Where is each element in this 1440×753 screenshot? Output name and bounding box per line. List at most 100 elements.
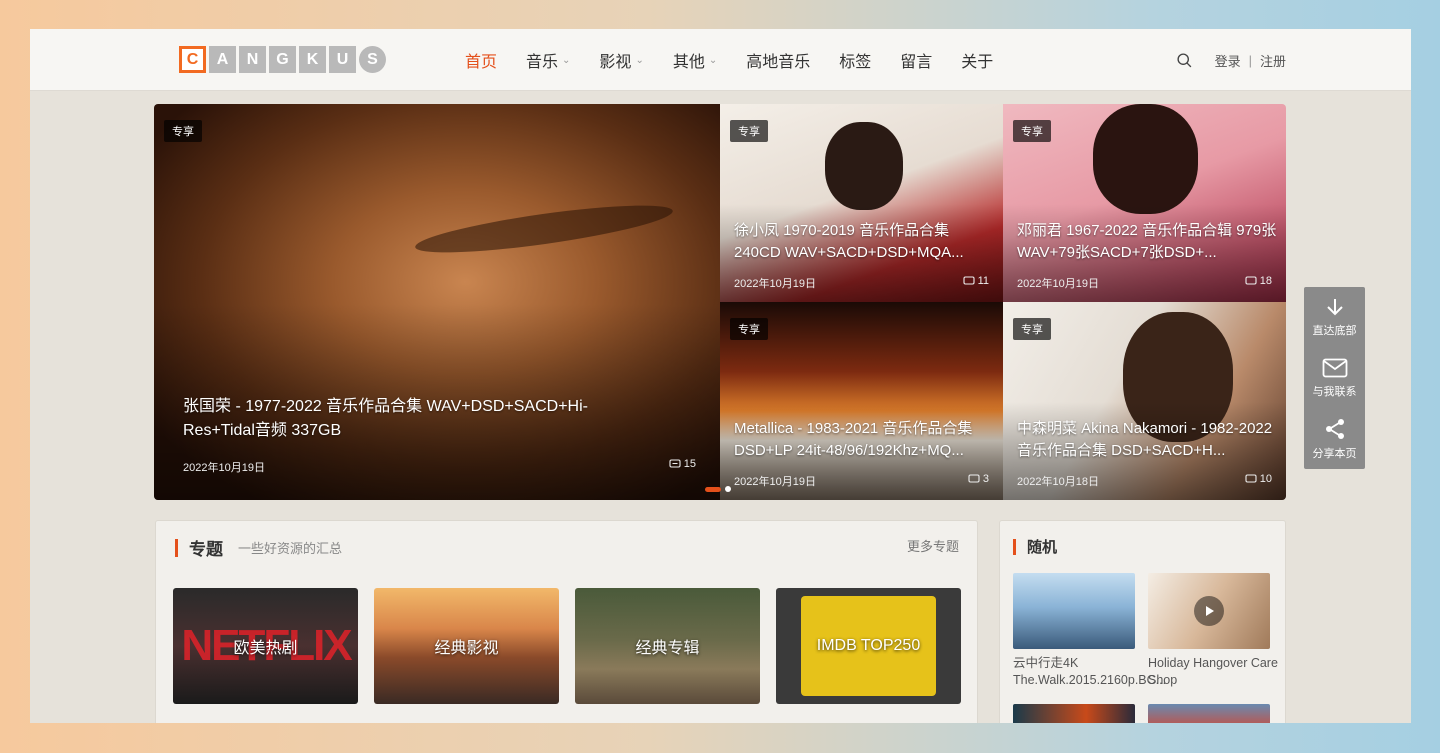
featured-card[interactable]: 专享 中森明菜 Akina Nakamori - 1982-2022 音乐作品合… [1003, 302, 1286, 500]
topic-label: 经典专辑 [635, 640, 700, 657]
floating-toolbar: 直达底部 与我联系 分享本页 [1304, 287, 1365, 469]
logo-letter: S [359, 46, 386, 73]
chevron-down-icon: ⌄ [635, 54, 644, 66]
comment-count-value: 11 [977, 275, 989, 287]
logo-letter: K [299, 46, 326, 73]
comment-count-value: 18 [1259, 275, 1272, 287]
nav-label: 影视 [599, 54, 632, 71]
register-link[interactable]: 注册 [1260, 51, 1286, 70]
site-header: C A N G K U S 首页 音乐 ⌄ 影视 ⌄ 其他 ⌄ 高地音乐 标签 留言 … [30, 29, 1411, 91]
panel-title: 专题 [189, 540, 223, 559]
comment-count-value: 10 [1259, 473, 1272, 485]
featured-slider: 专享 张国荣 - 1977-2022 音乐作品合集 WAV+DSD+SACD+H… [154, 104, 1286, 500]
more-topics-link[interactable]: 更多专题 [907, 536, 959, 555]
toolbar-label: 直达底部 [1312, 325, 1357, 337]
nav-item-video[interactable]: 影视 ⌄ [599, 48, 643, 72]
random-caption[interactable]: 云中行走4K The.Walk.2015.2160p.BC... [1013, 655, 1166, 689]
exclusive-badge: 专享 [164, 120, 202, 142]
random-thumbnail[interactable] [1013, 704, 1135, 723]
featured-title[interactable]: 中森明菜 Akina Nakamori - 1982-2022 音乐作品合集 D… [1017, 418, 1279, 462]
toolbar-label: 与我联系 [1312, 386, 1357, 398]
comment-count: 15 [669, 458, 696, 470]
featured-title[interactable]: 徐小凤 1970-2019 音乐作品合集 240CD WAV+SACD+DSD+… [734, 220, 996, 264]
featured-card[interactable]: 专享 徐小凤 1970-2019 音乐作品合集 240CD WAV+SACD+D… [720, 104, 1003, 302]
featured-card[interactable]: 专享 邓丽君 1967-2022 音乐作品合辑 979张WAV+79张SACD+… [1003, 104, 1286, 302]
share-button[interactable]: 分享本页 [1304, 409, 1365, 470]
comment-icon [669, 458, 681, 468]
topic-card[interactable]: NETFLIX 欧美热剧 [173, 588, 358, 704]
nav-item-other[interactable]: 其他 ⌄ [673, 48, 717, 72]
scroll-bottom-button[interactable]: 直达底部 [1304, 287, 1365, 348]
random-panel: 随机 云中行走4K The.Walk.2015.2160p.BC... Holi… [999, 520, 1286, 723]
post-date: 2022年10月19日 [1017, 278, 1099, 290]
random-thumbnail[interactable] [1013, 573, 1135, 649]
topic-card[interactable]: IMDB TOP250 [776, 588, 961, 704]
comment-count-value: 15 [683, 458, 696, 470]
featured-main-card[interactable]: 专享 张国荣 - 1977-2022 音乐作品合集 WAV+DSD+SACD+H… [154, 104, 720, 500]
slider-dot[interactable] [725, 486, 731, 492]
share-icon [1325, 419, 1344, 439]
post-date: 2022年10月19日 [734, 476, 816, 488]
panel-header: 随机 [1013, 536, 1057, 557]
exclusive-badge: 专享 [1013, 120, 1051, 142]
accent-bar [1013, 538, 1016, 555]
random-thumbnail[interactable] [1148, 704, 1270, 723]
topic-label: 经典影视 [434, 640, 499, 657]
topic-card[interactable]: 经典影视 [374, 588, 559, 704]
topic-label: 欧美热剧 [233, 640, 298, 657]
comment-count: 18 [1245, 275, 1272, 287]
main-nav: 首页 音乐 ⌄ 影视 ⌄ 其他 ⌄ 高地音乐 标签 留言 关于 [465, 29, 1022, 91]
post-date: 2022年10月18日 [1017, 476, 1099, 488]
topic-label: IMDB TOP250 [816, 637, 921, 654]
search-icon[interactable] [1176, 52, 1193, 69]
panel-subtitle: 一些好资源的汇总 [238, 541, 343, 556]
nav-label: 标签 [839, 54, 872, 71]
nav-item-home[interactable]: 首页 [465, 48, 497, 72]
login-link[interactable]: 登录 [1215, 51, 1241, 70]
exclusive-badge: 专享 [730, 318, 768, 340]
logo-letter: U [329, 46, 356, 73]
slider-dot-active[interactable] [705, 486, 721, 492]
logo-letter: C [179, 46, 206, 73]
featured-title[interactable]: 张国荣 - 1977-2022 音乐作品合集 WAV+DSD+SACD+Hi-R… [183, 395, 653, 443]
featured-title[interactable]: Metallica - 1983-2021 音乐作品合集 DSD+LP 24it… [734, 418, 996, 462]
comment-icon [1245, 473, 1257, 483]
featured-title[interactable]: 邓丽君 1967-2022 音乐作品合辑 979张WAV+79张SACD+7张D… [1017, 220, 1279, 264]
nav-label: 高地音乐 [746, 54, 811, 71]
accent-bar [175, 538, 178, 557]
chevron-down-icon: ⌄ [562, 54, 571, 66]
comment-icon [963, 275, 975, 285]
nav-item-tags[interactable]: 标签 [839, 48, 871, 72]
nav-label: 留言 [900, 54, 933, 71]
random-thumbnail[interactable] [1148, 573, 1270, 649]
panel-title: 随机 [1027, 539, 1058, 556]
logo-letter: A [209, 46, 236, 73]
slider-pagination [705, 486, 731, 492]
nav-item-highland-music[interactable]: 高地音乐 [746, 48, 810, 72]
site-logo[interactable]: C A N G K U S [179, 46, 389, 73]
nav-item-about[interactable]: 关于 [961, 48, 993, 72]
nav-item-music[interactable]: 音乐 ⌄ [526, 48, 570, 72]
logo-letter: G [269, 46, 296, 73]
exclusive-badge: 专享 [730, 120, 768, 142]
featured-card[interactable]: 专享 Metallica - 1983-2021 音乐作品合集 DSD+LP 2… [720, 302, 1003, 500]
comment-icon [968, 473, 980, 483]
nav-item-guestbook[interactable]: 留言 [900, 48, 932, 72]
random-caption[interactable]: Holiday Hangover Care Shop [1148, 655, 1278, 689]
post-date: 2022年10月19日 [183, 462, 265, 474]
comment-icon [1245, 275, 1257, 285]
header-actions: 登录 | 注册 [1176, 29, 1286, 91]
post-date: 2022年10月19日 [734, 278, 816, 290]
contact-button[interactable]: 与我联系 [1304, 348, 1365, 409]
comment-count: 10 [1245, 473, 1272, 485]
logo-letter: N [239, 46, 266, 73]
chevron-down-icon: ⌄ [708, 54, 718, 66]
comment-count-value: 3 [982, 473, 989, 485]
exclusive-badge: 专享 [1013, 318, 1051, 340]
topic-card[interactable]: 经典专辑 [575, 588, 760, 704]
divider: | [1248, 52, 1252, 68]
nav-label: 首页 [465, 54, 498, 71]
topics-panel: 专题 一些好资源的汇总 更多专题 NETFLIX 欧美热剧 经典影视 经典专辑 … [155, 520, 978, 723]
play-icon[interactable] [1194, 596, 1224, 626]
nav-label: 其他 [672, 54, 705, 71]
